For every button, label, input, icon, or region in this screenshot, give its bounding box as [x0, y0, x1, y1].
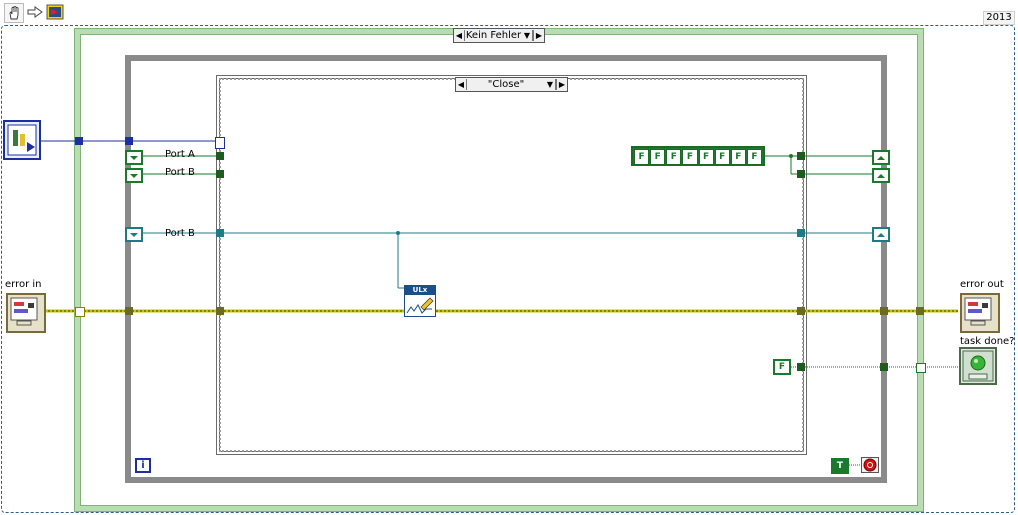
port-b-indicator[interactable]: [872, 168, 890, 183]
port-b-refnum-out[interactable]: [872, 227, 890, 242]
chevron-left-icon[interactable]: ◀: [456, 79, 467, 90]
bool-cell[interactable]: F: [666, 149, 682, 165]
chevron-left-icon[interactable]: ◀: [454, 30, 465, 41]
tunnel[interactable]: [125, 307, 133, 315]
chevron-down-icon[interactable]: ▼: [522, 30, 533, 41]
vi-icon[interactable]: [46, 3, 64, 21]
chevron-right-icon[interactable]: ▶: [533, 30, 544, 41]
ulx-node-label: ULx: [405, 286, 435, 295]
inner-case-structure: [216, 75, 807, 455]
tunnel[interactable]: [216, 307, 224, 315]
pencil-waveform-icon: [406, 297, 434, 314]
error-in-label: error in: [5, 279, 42, 290]
ulx-clear-task-node[interactable]: ULx: [404, 285, 436, 317]
tunnel[interactable]: [125, 137, 133, 145]
bool-cell[interactable]: F: [698, 149, 714, 165]
port-b-property[interactable]: [125, 168, 143, 183]
tunnel[interactable]: [916, 307, 924, 315]
led-icon: [962, 350, 994, 382]
task-done-label: task done?: [960, 336, 1015, 347]
chevron-right-icon[interactable]: ▶: [556, 79, 567, 90]
tunnel[interactable]: [797, 152, 805, 160]
year-label: 2013: [983, 11, 1015, 25]
error-out-terminal[interactable]: [960, 293, 1000, 333]
tunnel[interactable]: [880, 307, 888, 315]
stop-condition-terminal[interactable]: [861, 457, 879, 473]
tunnel[interactable]: [916, 363, 926, 373]
outer-case-selector-label: Kein Fehler: [465, 30, 522, 41]
true-constant[interactable]: T: [831, 458, 849, 474]
error-cluster-icon: [10, 297, 38, 326]
port-a-property[interactable]: [125, 150, 143, 165]
toolbar: [0, 0, 72, 24]
port-a-label: Port A: [165, 149, 195, 160]
error-cluster-icon: [964, 297, 992, 326]
tunnel[interactable]: [880, 363, 888, 371]
outer-case-selector[interactable]: ◀ Kein Fehler ▼ ▶: [453, 28, 545, 43]
tunnel[interactable]: [75, 307, 85, 317]
bool-cell[interactable]: F: [650, 149, 666, 165]
error-out-label: error out: [960, 279, 1004, 290]
tunnel[interactable]: [797, 229, 805, 237]
tunnel[interactable]: [216, 229, 224, 237]
port-a-indicator[interactable]: [872, 150, 890, 165]
task-done-indicator[interactable]: [959, 347, 997, 385]
bool-cell[interactable]: F: [714, 149, 730, 165]
bool-cell[interactable]: F: [682, 149, 698, 165]
hand-icon[interactable]: [4, 3, 24, 23]
selector-tunnel[interactable]: [215, 137, 225, 149]
tunnel[interactable]: [797, 170, 805, 178]
tunnel[interactable]: [75, 137, 83, 145]
port-b-label: Port B: [165, 167, 195, 178]
tunnel[interactable]: [216, 170, 224, 178]
tunnel[interactable]: [797, 363, 805, 371]
error-in-terminal[interactable]: [6, 293, 46, 333]
tunnel[interactable]: [797, 307, 805, 315]
daq-task-icon: [7, 124, 37, 156]
arrow-icon[interactable]: [26, 3, 44, 21]
stop-icon: [863, 458, 877, 472]
port-b-refnum-label: Port B: [165, 228, 195, 239]
inner-case-selector[interactable]: ◀ "Close" ▼ ▶: [455, 77, 568, 92]
bool-cell[interactable]: F: [746, 149, 762, 165]
false-constant[interactable]: F: [773, 359, 791, 375]
bool-cell[interactable]: F: [730, 149, 746, 165]
chevron-down-icon[interactable]: ▼: [545, 79, 556, 90]
daq-task-terminal[interactable]: [3, 120, 41, 160]
iteration-terminal[interactable]: i: [135, 458, 151, 473]
boolean-array-constant[interactable]: F F F F F F F F: [631, 146, 765, 166]
bool-cell[interactable]: F: [634, 149, 650, 165]
tunnel[interactable]: [216, 152, 224, 160]
port-b-refnum[interactable]: [125, 227, 143, 242]
inner-case-selector-label: "Close": [487, 79, 525, 90]
